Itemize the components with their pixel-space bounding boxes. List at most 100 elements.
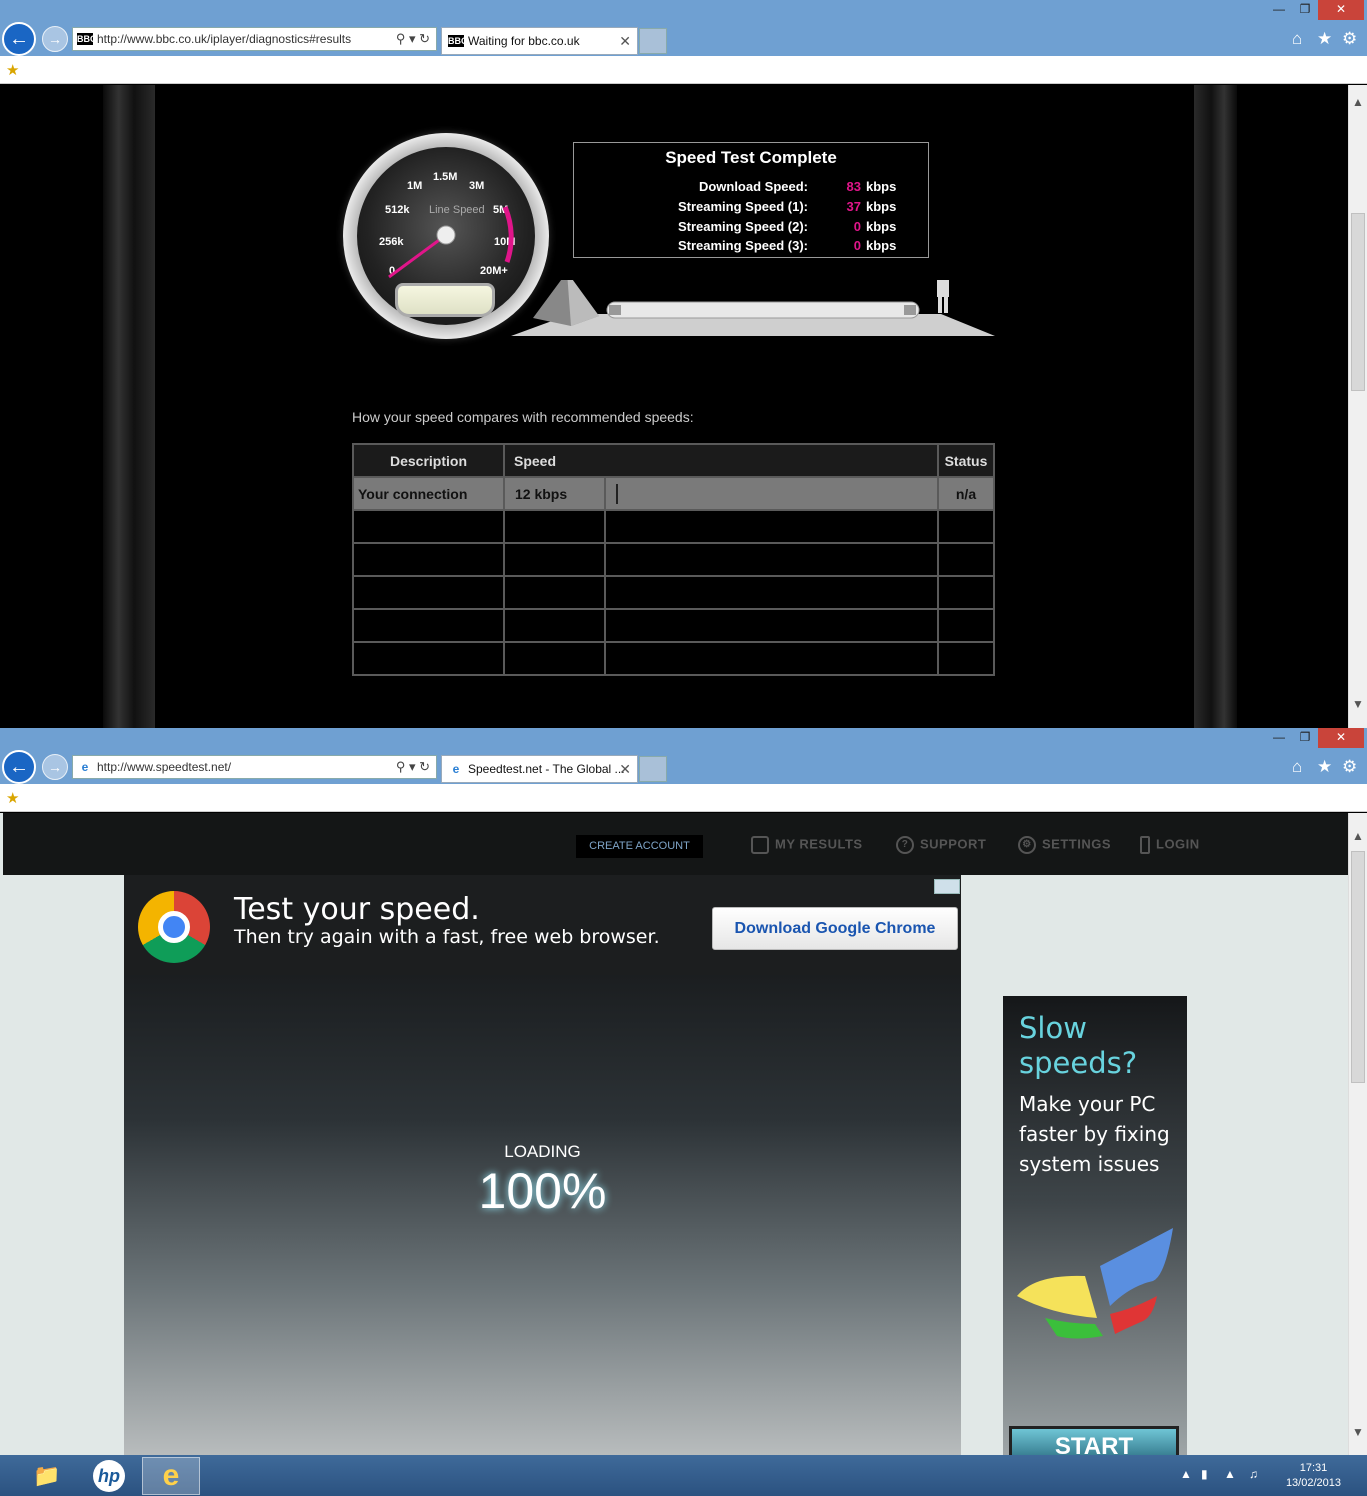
side-ad-title: Slow speeds? <box>1019 1011 1138 1080</box>
row-speed: 12 kbps <box>503 476 606 511</box>
loading-percent: 100% <box>478 1163 607 1219</box>
search-refresh-icon[interactable]: ⚲ ▾ ↻ <box>396 756 430 778</box>
menu-settings[interactable]: ⚙ SETTINGS <box>1018 836 1111 854</box>
result-row: Streaming Speed (1): 37 kbps <box>574 199 930 217</box>
bbc-favicon-icon: BBC <box>77 33 97 45</box>
favorites-star-icon[interactable]: ★ <box>1317 757 1332 777</box>
side-ad[interactable]: Slow speeds? Make your PC faster by fixi… <box>1003 996 1187 1455</box>
compare-table: Description Speed Status Your connection… <box>352 443 995 676</box>
add-favorites-icon[interactable]: ★ <box>6 61 19 79</box>
settings-gear-icon[interactable]: ⚙ <box>1342 757 1357 777</box>
back-button[interactable]: ← <box>2 750 36 784</box>
create-account-button[interactable]: CREATE ACCOUNT <box>576 835 703 858</box>
file-explorer-icon[interactable]: 📁 <box>18 1457 76 1495</box>
home-icon[interactable]: ⌂ <box>1292 757 1302 777</box>
ie-favicon-icon: e <box>77 761 93 773</box>
result-label: Streaming Speed (2): <box>677 219 808 234</box>
speed-bar <box>616 483 618 504</box>
new-tab-button[interactable] <box>639 28 667 54</box>
start-button[interactable]: START <box>1009 1426 1179 1455</box>
row-status: n/a <box>937 476 995 511</box>
clock-time: 17:31 <box>1299 1462 1328 1474</box>
internet-explorer-icon[interactable]: e <box>142 1457 200 1495</box>
speedtest-header: CREATE ACCOUNT MY RESULTS ? SUPPORT ⚙ SETT… <box>3 813 1348 875</box>
table-row <box>352 509 995 544</box>
title-bar: — ❐ ✕ ← → BBC http://www.bbc.co.uk/iplay… <box>0 0 1367 56</box>
network-icon[interactable]: ▲ <box>1224 1467 1236 1481</box>
tab-title: Speedtest.net - The Global ... <box>468 762 625 776</box>
column-header-status: Status <box>937 443 995 478</box>
search-refresh-icon[interactable]: ⚲ ▾ ↻ <box>396 28 430 50</box>
scroll-down-icon[interactable]: ▼ <box>1349 1425 1367 1439</box>
settings-gear-icon[interactable]: ⚙ <box>1342 29 1357 49</box>
table-row: Your connection 12 kbps n/a <box>352 476 995 511</box>
vertical-scrollbar[interactable]: ▲ ▼ <box>1348 813 1367 1455</box>
result-row: Streaming Speed (2): 0 kbps <box>574 219 930 237</box>
favorites-bar: ★ <box>0 784 1367 812</box>
close-tab-icon[interactable]: ✕ <box>619 28 631 54</box>
close-button[interactable]: ✕ <box>1318 728 1364 748</box>
favorites-bar: ★ <box>0 56 1367 84</box>
browser-window-bbc: — ❐ ✕ ← → BBC http://www.bbc.co.uk/iplay… <box>0 0 1367 728</box>
person-icon <box>937 280 949 313</box>
right-rail <box>1194 85 1237 728</box>
menu-my-results[interactable]: MY RESULTS <box>751 836 863 854</box>
volume-icon[interactable]: ♫ <box>1249 1467 1258 1481</box>
vertical-scrollbar[interactable]: ▲ ▼ <box>1348 85 1367 728</box>
result-unit: kbps <box>866 238 897 253</box>
close-tab-icon[interactable]: ✕ <box>619 756 631 782</box>
scroll-thumb[interactable] <box>1351 851 1365 1083</box>
address-text: http://www.speedtest.net/ <box>97 760 232 774</box>
result-value: 83 <box>846 179 861 194</box>
address-bar[interactable]: BBC http://www.bbc.co.uk/iplayer/diagnos… <box>72 27 437 51</box>
chrome-ad-banner[interactable]: Test your speed. Then try again with a f… <box>124 875 961 975</box>
show-hidden-icons[interactable]: ▲ <box>1180 1467 1192 1481</box>
menu-label: SUPPORT <box>920 836 987 852</box>
new-tab-button[interactable] <box>639 756 667 782</box>
ad-title: Test your speed. <box>234 892 480 927</box>
adchoices-icon[interactable] <box>934 879 960 894</box>
title-bar: — ❐ ✕ ← → e http://www.speedtest.net/ ⚲ … <box>0 728 1367 784</box>
menu-login[interactable]: LOGIN <box>1140 836 1200 854</box>
speedtest-page: CREATE ACCOUNT MY RESULTS ? SUPPORT ⚙ SETT… <box>0 813 1348 1455</box>
address-bar[interactable]: e http://www.speedtest.net/ ⚲ ▾ ↻ <box>72 755 437 779</box>
scroll-up-icon[interactable]: ▲ <box>1349 95 1367 109</box>
result-label: Download Speed: <box>698 179 808 194</box>
column-header-description: Description <box>352 443 505 478</box>
add-favorites-icon[interactable]: ★ <box>6 789 19 807</box>
table-row <box>352 575 995 610</box>
scroll-up-icon[interactable]: ▲ <box>1349 829 1367 843</box>
tab-title: Waiting for bbc.co.uk <box>468 34 580 48</box>
lock-icon <box>1140 836 1150 854</box>
gear-icon: ⚙ <box>1018 836 1036 854</box>
tab-bbc[interactable]: BBC Waiting for bbc.co.uk ✕ <box>441 27 638 55</box>
forward-button[interactable]: → <box>42 26 68 52</box>
result-value: 0 <box>853 238 861 253</box>
favorites-star-icon[interactable]: ★ <box>1317 29 1332 49</box>
clock[interactable]: 17:31 13/02/2013 <box>1286 1461 1341 1491</box>
result-row: Streaming Speed (3): 0 kbps <box>574 238 930 256</box>
download-chrome-button[interactable]: Download Google Chrome <box>712 907 958 950</box>
scroll-thumb[interactable] <box>1351 213 1365 391</box>
menu-label: MY RESULTS <box>775 836 863 852</box>
scroll-down-icon[interactable]: ▼ <box>1349 697 1367 711</box>
menu-label: SETTINGS <box>1042 836 1112 852</box>
table-row <box>352 641 995 676</box>
speedtest-flash-area[interactable]: LOADING 100% <box>124 975 961 1455</box>
windows-taskbar: 📁 hp e ▲ ▮ ▲ ♫ 17:31 13/02/2013 <box>0 1455 1367 1496</box>
hp-icon[interactable]: hp <box>80 1457 138 1495</box>
loading-label: LOADING <box>504 1142 581 1161</box>
row-description: Your connection <box>352 476 505 511</box>
speed-bar-cell <box>604 476 939 511</box>
ad-subtitle: Then try again with a fast, free web bro… <box>234 926 660 948</box>
home-icon[interactable]: ⌂ <box>1292 29 1302 49</box>
back-button[interactable]: ← <box>2 22 36 56</box>
menu-support[interactable]: ? SUPPORT <box>896 836 986 854</box>
restore-button[interactable]: ❐ <box>1290 0 1320 20</box>
battery-icon[interactable]: ▮ <box>1201 1467 1208 1481</box>
forward-button[interactable]: → <box>42 754 68 780</box>
table-row <box>352 608 995 643</box>
tab-speedtest[interactable]: e Speedtest.net - The Global ... ✕ <box>441 755 638 783</box>
close-button[interactable]: ✕ <box>1318 0 1364 20</box>
restore-button[interactable]: ❐ <box>1290 728 1320 748</box>
